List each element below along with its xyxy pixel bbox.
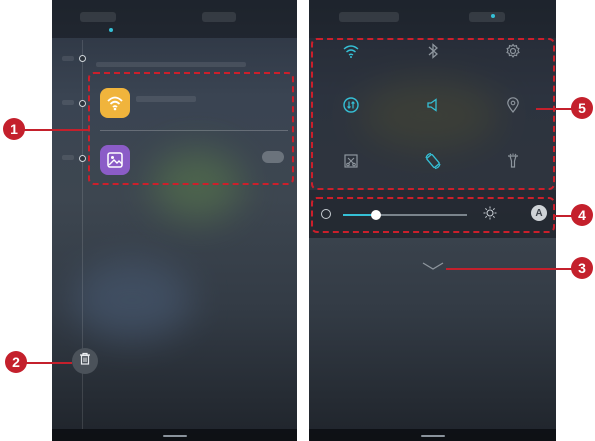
leader-line-3 <box>446 268 572 270</box>
delete-all-button[interactable] <box>72 348 98 374</box>
time-placeholder <box>62 100 74 105</box>
navigation-bar <box>52 429 297 441</box>
timeline-bullet <box>79 100 86 107</box>
callout-4: 4 <box>571 204 593 226</box>
navigation-bar <box>309 429 556 441</box>
trash-icon <box>79 352 91 370</box>
tab-shortcuts[interactable] <box>202 12 236 22</box>
timeline-bullet <box>79 55 86 62</box>
tab-shortcuts[interactable] <box>469 12 505 22</box>
callout-2: 2 <box>5 351 27 373</box>
time-placeholder <box>62 56 74 61</box>
tab-notifications[interactable] <box>80 12 116 22</box>
notification-header <box>309 0 556 38</box>
tab-notifications[interactable] <box>339 12 399 22</box>
callout-1: 1 <box>3 118 25 140</box>
annotation-box-quick-settings <box>311 38 555 190</box>
collapse-chevron-icon[interactable] <box>421 258 445 276</box>
callout-3: 3 <box>571 257 593 279</box>
annotation-box-brightness <box>311 197 555 233</box>
leader-line-4 <box>555 215 572 217</box>
leader-line-2 <box>24 362 72 364</box>
timeline-bullet <box>79 155 86 162</box>
active-tab-indicator <box>109 28 113 32</box>
annotation-box-notifications <box>88 72 294 185</box>
time-placeholder <box>62 155 74 160</box>
leader-line-1 <box>22 129 88 131</box>
nav-handle[interactable] <box>162 435 187 437</box>
notification-header <box>52 0 297 38</box>
active-tab-indicator <box>491 14 495 18</box>
leader-line-5 <box>536 108 572 110</box>
nav-handle[interactable] <box>420 435 445 437</box>
callout-5: 5 <box>571 97 593 119</box>
notification-text-placeholder <box>96 62 246 67</box>
wallpaper-blur <box>72 260 192 340</box>
phone-screen-notifications <box>52 0 297 441</box>
